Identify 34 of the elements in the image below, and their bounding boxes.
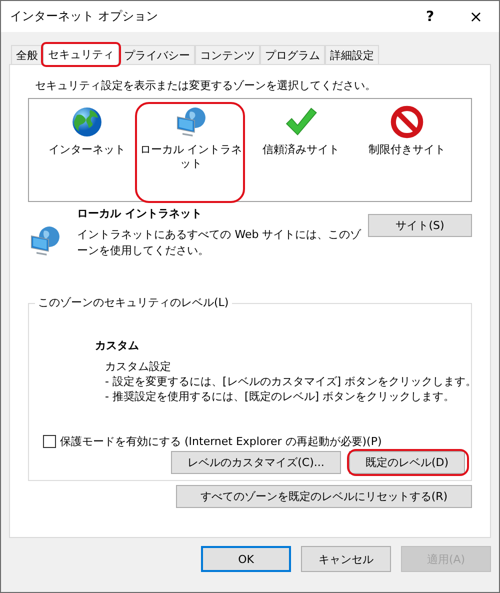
tab[interactable]: セキュリティ <box>43 43 119 65</box>
zone-description: イントラネットにあるすべての Web サイトには、このゾーンを使用してください。 <box>77 227 362 259</box>
zone-name: ローカル イントラネット <box>77 206 204 221</box>
tab[interactable]: プログラム <box>260 45 325 64</box>
sites-button[interactable]: サイト(S) <box>368 214 472 237</box>
zone-label: 制限付きサイト <box>368 143 446 157</box>
level-description: カスタム設定 <box>104 359 172 374</box>
tab[interactable]: 全般 <box>11 45 43 64</box>
zone-item[interactable]: 制限付きサイト <box>359 103 455 157</box>
reset-all-zones-button[interactable]: すべてのゾーンを既定のレベルにリセットする(R) <box>176 485 472 508</box>
zone-label: 信頼済みサイト <box>262 143 340 157</box>
group-label: このゾーンのセキュリティのレベル(L) <box>35 295 232 310</box>
checkbox-label: 保護モードを有効にする (Internet Explorer の再起動が必要)(P) <box>60 434 382 449</box>
instruction-text: セキュリティ設定を表示または変更するゾーンを選択してください。 <box>35 78 377 93</box>
globe-icon <box>70 105 104 139</box>
checkbox[interactable] <box>43 435 56 448</box>
dialog-button[interactable]: OK <box>201 546 291 572</box>
level-description: - 推奨設定を使用するには、[既定のレベル] ボタンをクリックします。 <box>104 389 456 404</box>
window-title: インターネット オプション <box>10 8 158 25</box>
no-entry-icon <box>390 105 424 139</box>
zone-item[interactable]: ローカル イントラネット <box>139 103 243 171</box>
tab[interactable]: 詳細設定 <box>325 45 379 64</box>
dialog-button[interactable]: キャンセル <box>301 546 391 572</box>
default-level-button[interactable]: 既定のレベル(D) <box>349 451 465 474</box>
zone-label: ローカル イントラネット <box>139 143 243 171</box>
zone-label: インターネット <box>48 143 126 157</box>
zone-item[interactable]: 信頼済みサイト <box>253 103 349 157</box>
level-name: カスタム <box>95 338 140 353</box>
tab[interactable]: プライバシー <box>119 45 195 64</box>
globe-monitor-icon <box>174 105 208 139</box>
zone-item[interactable]: インターネット <box>45 103 129 157</box>
globe-monitor-icon <box>28 224 62 258</box>
tab[interactable]: コンテンツ <box>195 45 260 64</box>
customize-level-button[interactable]: レベルのカスタマイズ(C)... <box>171 451 341 474</box>
